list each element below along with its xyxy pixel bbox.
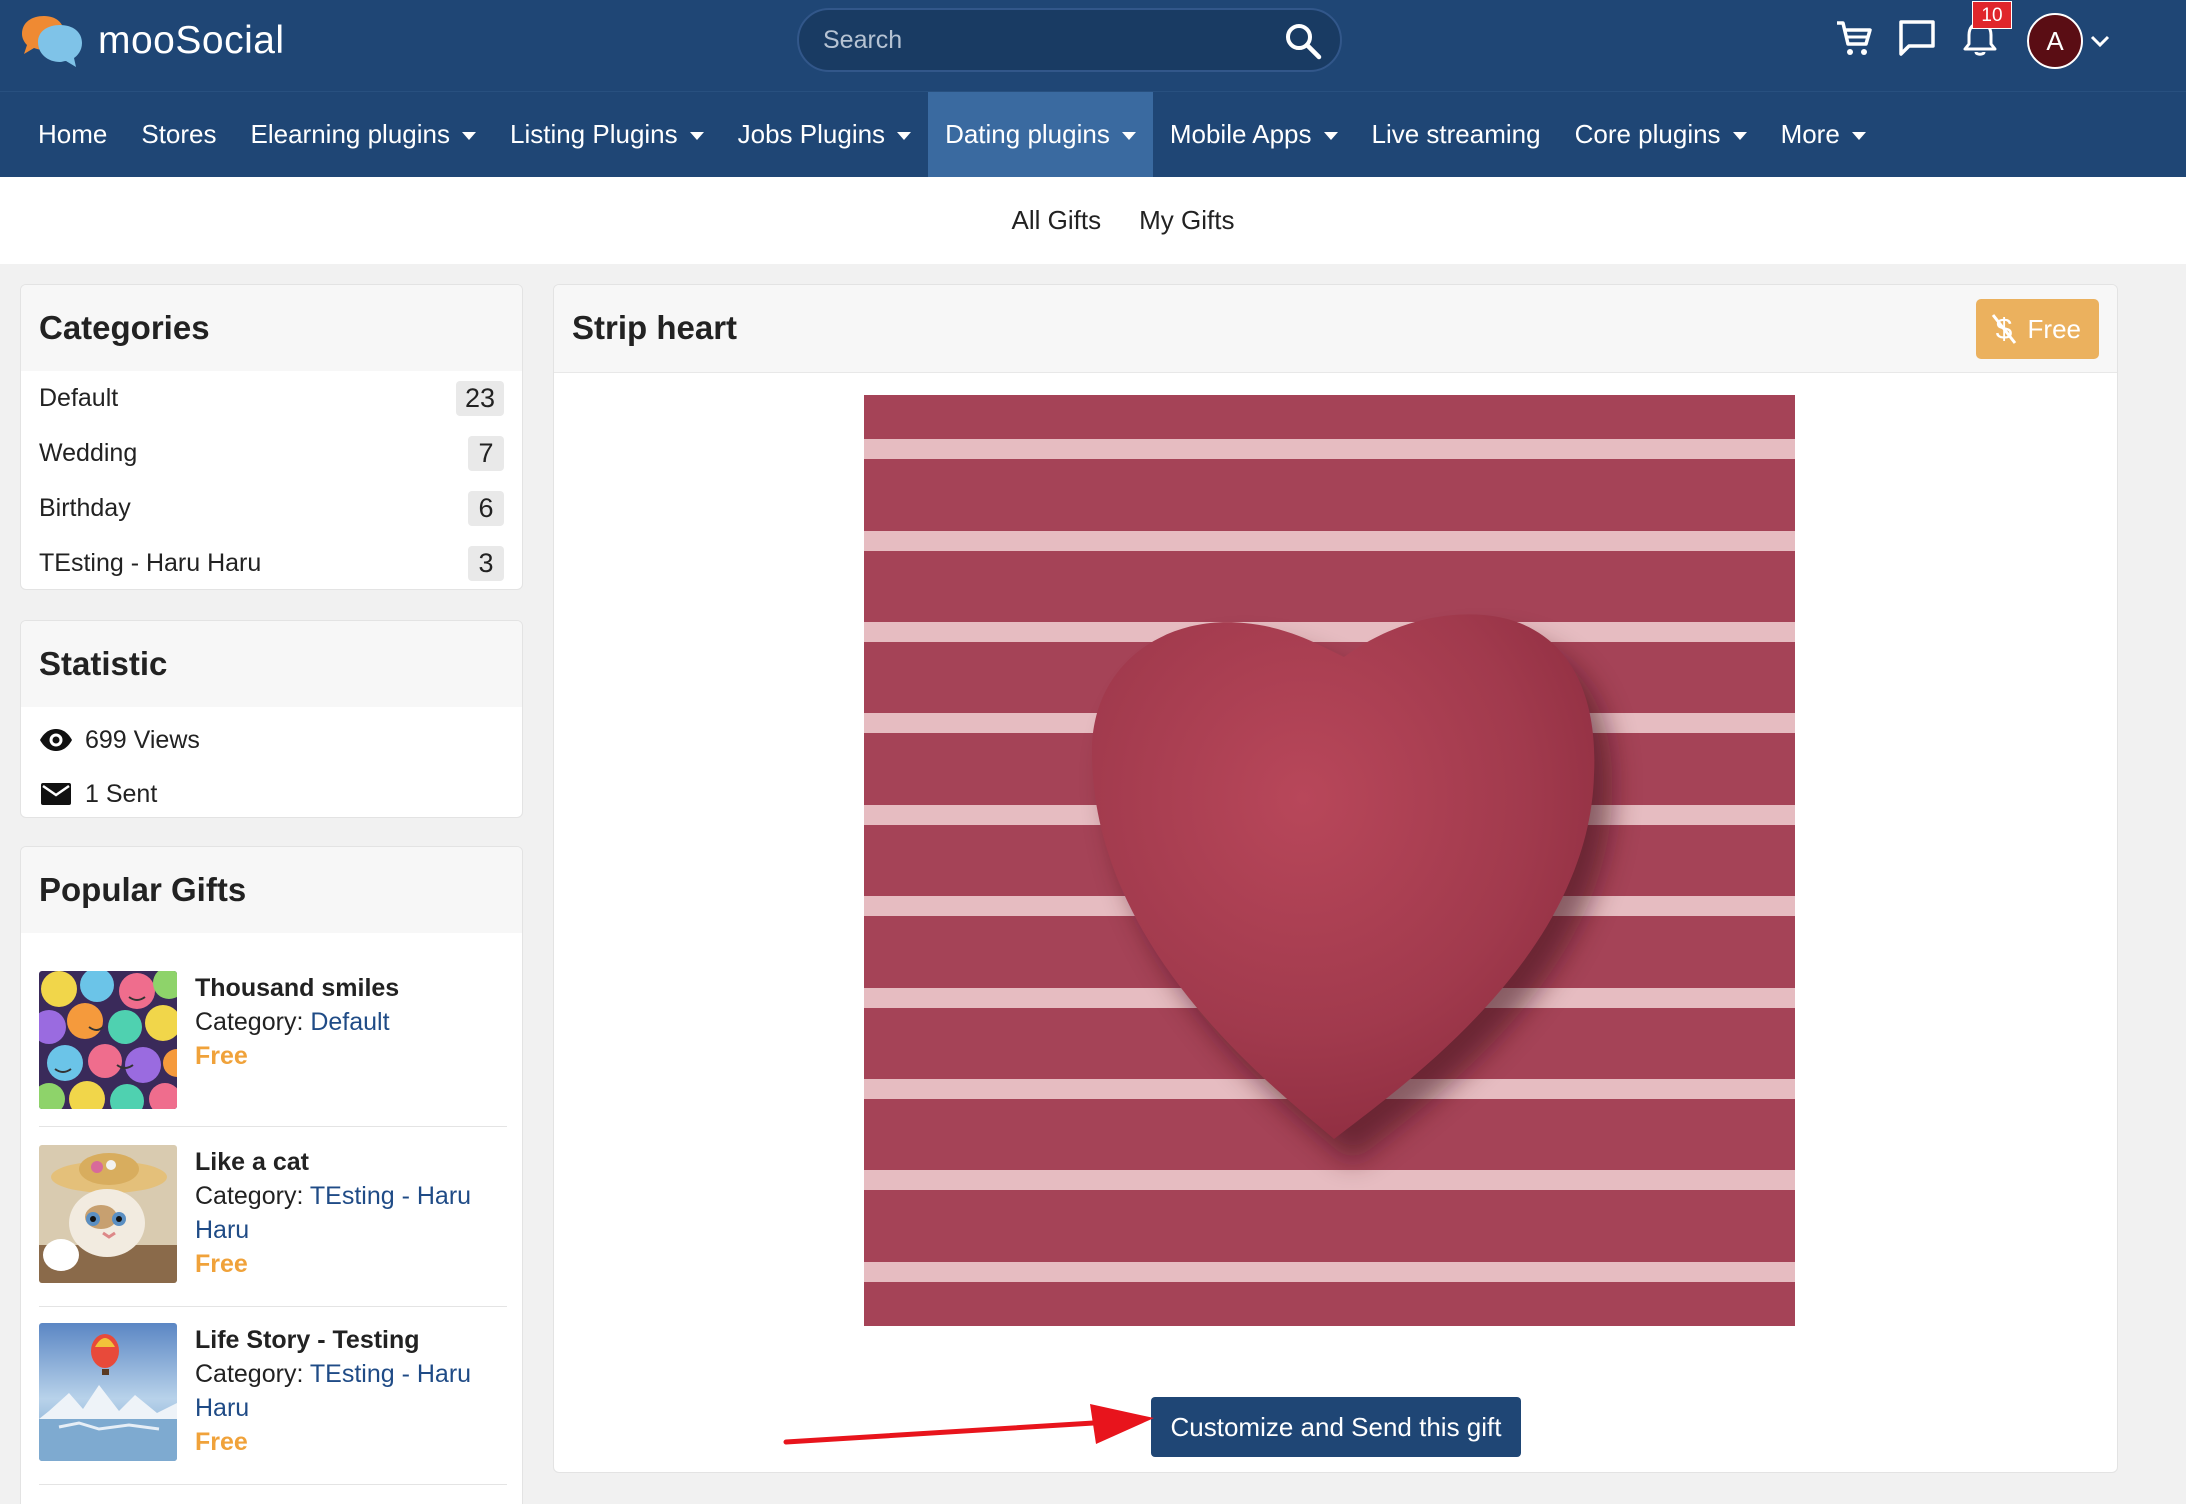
stat-sent: 1 Sent [21, 767, 522, 817]
stat-views: 699 Views [21, 713, 522, 767]
main-nav: Home Stores Elearning plugins Listing Pl… [0, 91, 2186, 178]
gift-thumbnail-balloon[interactable] [39, 1323, 177, 1461]
user-avatar[interactable]: A [2027, 13, 2083, 69]
popular-gift-item[interactable]: Life Story - Testing Category: TEsting -… [39, 1323, 507, 1485]
gifts-subnav: All Gifts My Gifts [0, 177, 2186, 264]
nav-mobile-apps[interactable]: Mobile Apps [1153, 92, 1355, 178]
caret-down-icon [1732, 132, 1747, 140]
caret-down-icon [1121, 132, 1136, 140]
caret-down-icon [1323, 132, 1338, 140]
gift-detail-header: Strip heart $ Free [554, 285, 2117, 373]
notification-badge: 10 [1972, 1, 2012, 29]
caret-down-icon [897, 132, 912, 140]
gift-title[interactable]: Life Story - Testing [195, 1323, 505, 1357]
caret-down-icon [461, 132, 476, 140]
popular-gifts-title: Popular Gifts [21, 847, 522, 933]
nav-more[interactable]: More [1764, 92, 1883, 178]
nav-home[interactable]: Home [21, 92, 124, 178]
category-item-default[interactable]: Default 23 [21, 371, 522, 426]
category-count: 23 [455, 381, 504, 416]
caret-down-icon [689, 132, 704, 140]
gift-title-heading: Strip heart [572, 309, 738, 346]
category-item-birthday[interactable]: Birthday 6 [21, 481, 522, 536]
logo-chat-bubbles-icon [18, 14, 86, 68]
popular-gifts-card: Popular Gifts Thousand smiles Category: … [20, 846, 523, 1504]
category-count: 3 [468, 546, 504, 581]
statistic-card: Statistic 699 Views 1 Sent [20, 620, 523, 818]
categories-title: Categories [21, 285, 522, 371]
nav-elearning-plugins[interactable]: Elearning plugins [234, 92, 493, 178]
gift-price: Free [195, 1428, 248, 1456]
categories-card: Categories Default 23 Wedding 7 Birthday… [20, 284, 523, 590]
category-count: 7 [468, 436, 504, 471]
cart-icon[interactable] [1834, 18, 1874, 58]
category-item-testing-haru-haru[interactable]: TEsting - Haru Haru 3 [21, 536, 522, 589]
annotation-arrow-icon [783, 1404, 1154, 1445]
top-bar: mooSocial 10 A [0, 0, 2186, 91]
statistic-title: Statistic [21, 621, 522, 707]
subnav-all-gifts[interactable]: All Gifts [993, 205, 1121, 236]
customize-send-gift-button[interactable]: Customize and Send this gift [1151, 1397, 1521, 1457]
subnav-my-gifts[interactable]: My Gifts [1120, 205, 1253, 236]
no-money-icon: $ [1991, 313, 2016, 346]
nav-jobs-plugins[interactable]: Jobs Plugins [721, 92, 928, 178]
popular-gift-item[interactable]: Like a cat Category: TEsting - Haru Haru… [39, 1145, 507, 1307]
logo-text: mooSocial [98, 19, 285, 62]
chevron-down-icon[interactable] [2089, 30, 2111, 52]
gift-category-link[interactable]: Default [310, 1008, 389, 1036]
popular-gift-item[interactable]: Thousand smiles Category: Default Free [39, 971, 507, 1127]
gift-image-strip-heart [864, 395, 1795, 1326]
category-item-wedding[interactable]: Wedding 7 [21, 426, 522, 481]
nav-core-plugins[interactable]: Core plugins [1558, 92, 1764, 178]
mail-icon [41, 783, 71, 805]
gift-price: Free [195, 1250, 248, 1278]
search-input[interactable] [823, 10, 1263, 70]
search-bar [797, 8, 1342, 72]
free-price-button[interactable]: $ Free [1975, 299, 2099, 359]
gift-price: Free [195, 1042, 248, 1070]
gift-detail-panel: Strip heart $ Free [553, 284, 2118, 1473]
gift-title[interactable]: Like a cat [195, 1145, 505, 1179]
nav-dating-plugins[interactable]: Dating plugins [928, 91, 1153, 178]
nav-listing-plugins[interactable]: Listing Plugins [493, 92, 721, 178]
gift-thumbnail-smiles[interactable] [39, 971, 177, 1109]
gift-title[interactable]: Thousand smiles [195, 971, 505, 1005]
category-count: 6 [468, 491, 504, 526]
nav-live-streaming[interactable]: Live streaming [1355, 92, 1558, 178]
gift-thumbnail-cat[interactable] [39, 1145, 177, 1283]
caret-down-icon [1851, 132, 1866, 140]
nav-stores[interactable]: Stores [124, 92, 233, 178]
message-icon[interactable] [1897, 18, 1937, 58]
search-icon[interactable] [1284, 22, 1322, 60]
eye-icon [40, 729, 72, 751]
logo[interactable]: mooSocial [18, 14, 285, 68]
